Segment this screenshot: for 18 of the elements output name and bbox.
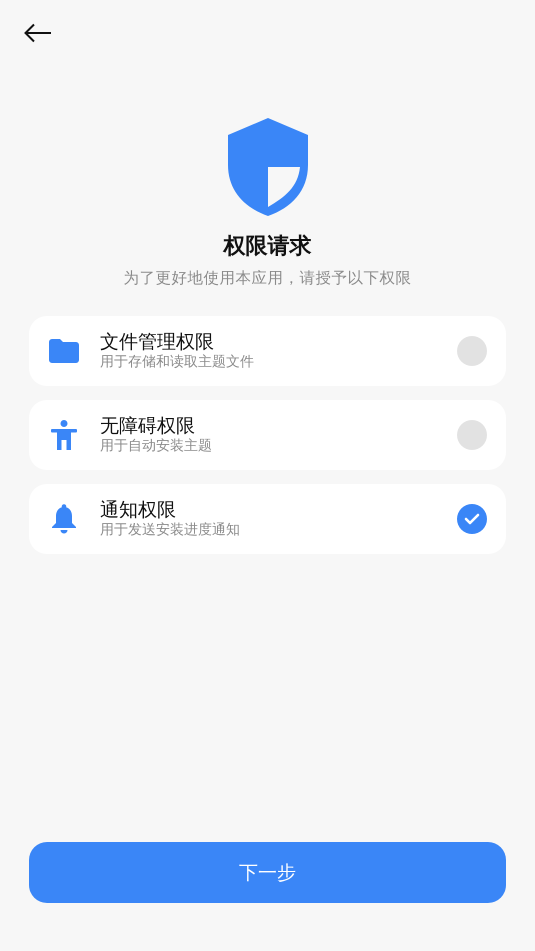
bell-icon [51,504,77,534]
permission-name: 通知权限 [100,499,177,522]
accessibility-icon [51,420,77,450]
permission-checkbox[interactable] [457,420,487,450]
shield-icon [226,118,308,216]
page-title: 权限请求 [224,233,312,261]
permission-name: 无障碍权限 [100,415,196,438]
permission-checkbox[interactable] [457,504,487,534]
permission-description: 用于存储和读取主题文件 [100,354,255,371]
permission-name: 文件管理权限 [100,331,215,354]
permission-description: 用于自动安装主题 [100,438,213,455]
permission-description: 用于发送安装进度通知 [100,522,241,539]
folder-icon [49,339,79,363]
permission-checkbox[interactable] [457,336,487,366]
back-icon[interactable] [24,23,52,43]
page-subtitle: 为了更好地使用本应用，请授予以下权限 [124,268,412,289]
check-icon [464,513,480,525]
next-button[interactable]: 下一步 [29,842,506,903]
